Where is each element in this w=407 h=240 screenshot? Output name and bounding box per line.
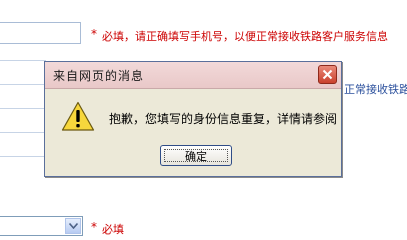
select-required-mark: * <box>91 220 97 234</box>
field-border <box>0 156 46 157</box>
close-icon[interactable] <box>318 65 337 84</box>
alert-dialog: 来自网页的消息 抱歉，您填写的身份信息重复，详情请参阅 确定 <box>44 61 342 177</box>
ok-button[interactable]: 确定 <box>160 145 232 166</box>
service-note: 正常接收铁路客 <box>344 83 407 96</box>
chevron-down-icon[interactable] <box>65 218 81 234</box>
field-border <box>0 108 46 109</box>
warning-icon <box>61 101 95 135</box>
field-border <box>0 60 46 61</box>
phone-required-mark: * <box>91 27 97 41</box>
select-required-text: 必填 <box>102 223 124 236</box>
dropdown-select[interactable] <box>0 216 83 236</box>
phone-input[interactable] <box>0 22 81 44</box>
dialog-message: 抱歉，您填写的身份信息重复，详情请参阅 <box>109 112 338 126</box>
ok-button-label: 确定 <box>185 149 207 163</box>
dialog-titlebar[interactable]: 来自网页的消息 <box>45 62 341 89</box>
dialog-title: 来自网页的消息 <box>53 69 145 83</box>
phone-required-note: 必填，请正确填写手机号，以便正常接收铁路客户服务信息 <box>102 30 388 43</box>
field-border <box>0 132 46 133</box>
field-border <box>0 84 46 85</box>
dialog-body: 抱歉，您填写的身份信息重复，详情请参阅 确定 <box>45 89 341 176</box>
